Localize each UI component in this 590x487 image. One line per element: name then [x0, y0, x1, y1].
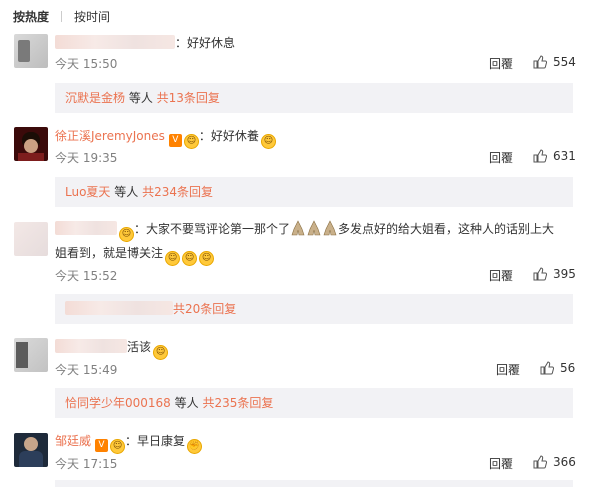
sub-reply-user[interactable]: 沉默是金杨 [65, 91, 125, 105]
timestamp: 今天 15:49 [55, 363, 118, 377]
verified-v-badge: V [95, 439, 109, 452]
fist-emoji: ✊ [187, 439, 203, 454]
smile-emoji: ☺ [260, 134, 276, 149]
reply-button[interactable]: 回覆 [489, 267, 513, 284]
like-count: 395 [553, 267, 576, 281]
avatar[interactable] [14, 34, 48, 68]
sub-reply-count[interactable]: 共235条回复 [202, 396, 273, 410]
pray-emoji [307, 220, 321, 236]
reply-button[interactable]: 回覆 [489, 55, 513, 72]
smile-emoji: ☺ [182, 251, 198, 266]
reply-button[interactable]: 回覆 [496, 361, 520, 378]
sub-reply-text: 等人 [110, 185, 143, 199]
username[interactable]: 徐正溪JeremyJones [55, 129, 165, 143]
sub-reply-text: 等人 [125, 91, 157, 105]
thumbs-up-icon [533, 267, 547, 281]
sub-replies-box[interactable]: Luo夏天 等人 共234条回复 [55, 177, 573, 207]
fan-emoji: ☺ [183, 134, 199, 149]
fan-emoji: ☺ [119, 227, 134, 242]
like-button[interactable]: 56 [540, 361, 575, 375]
like-count: 366 [553, 455, 576, 469]
comment-text: 徐正溪JeremyJones V ☺ ：好好休養 ☺ [55, 125, 572, 149]
timestamp: 今天 15:52 [55, 269, 118, 283]
smile-emoji: ☺ [199, 251, 215, 266]
avatar[interactable] [14, 127, 48, 161]
sub-reply-user[interactable]: Luo夏天 [65, 185, 110, 199]
pray-emoji [323, 220, 337, 236]
tab-by-hot[interactable]: 按热度 [13, 8, 49, 25]
like-count: 631 [553, 149, 576, 163]
tab-divider [61, 10, 63, 22]
thumbs-up-icon [533, 55, 547, 69]
blurred-username[interactable] [55, 221, 117, 235]
thumbs-up-icon [533, 149, 547, 163]
smile-emoji: ☺ [153, 345, 169, 360]
verified-v-badge: V [168, 134, 182, 147]
sub-reply-user[interactable]: 恰同学少年000168 [65, 396, 171, 410]
blurred-username[interactable] [55, 339, 127, 353]
like-count: 554 [553, 55, 576, 69]
like-button[interactable]: 631 [533, 149, 576, 163]
sub-replies-box[interactable]: 共20条回复 [55, 294, 573, 324]
comment-text: ☺ ：大家不要骂评论第一那个了 多发点好的给大姐看，这种人的话别上大 姐看到，就是博关… [55, 218, 572, 266]
avatar[interactable] [14, 433, 48, 467]
sub-reply-count[interactable]: 共20条回复 [173, 302, 236, 316]
like-button[interactable]: 366 [533, 455, 576, 469]
reply-button[interactable]: 回覆 [489, 455, 513, 472]
sub-replies-box[interactable] [55, 480, 573, 487]
timestamp: 今天 15:50 [55, 57, 118, 71]
like-button[interactable]: 554 [533, 55, 576, 69]
thumbs-up-icon [540, 361, 554, 375]
like-count: 56 [560, 361, 576, 375]
tab-by-time[interactable]: 按时间 [74, 8, 110, 25]
sub-replies-box[interactable]: 恰同学少年000168 等人 共235条回复 [55, 388, 573, 418]
pray-emoji [291, 220, 305, 236]
blurred-username[interactable] [55, 35, 175, 49]
sub-reply-count[interactable]: 共234条回复 [142, 185, 213, 199]
sub-replies-box[interactable]: 沉默是金杨 等人 共13条回复 [55, 83, 573, 113]
username[interactable]: 邹廷威 [55, 434, 91, 448]
sort-tabs: 按热度 按时间 [13, 6, 110, 26]
avatar[interactable] [14, 338, 48, 372]
comment-text: 活该 ☺ [55, 336, 572, 360]
timestamp: 今天 17:15 [55, 457, 118, 471]
sub-reply-text: 等人 [170, 396, 203, 410]
like-button[interactable]: 395 [533, 267, 576, 281]
sub-reply-count[interactable]: 共13条回复 [157, 91, 220, 105]
avatar[interactable] [14, 222, 48, 256]
fan-emoji: ☺ [110, 439, 126, 454]
reply-button[interactable]: 回覆 [489, 149, 513, 166]
comment-text: 邹廷威 V ☺ ：早日康复 ✊ [55, 430, 572, 454]
smile-emoji: ☺ [165, 251, 181, 266]
blurred-username[interactable] [65, 301, 173, 315]
comment-text: ：好好休息 [55, 32, 572, 54]
timestamp: 今天 19:35 [55, 151, 118, 165]
thumbs-up-icon [533, 455, 547, 469]
